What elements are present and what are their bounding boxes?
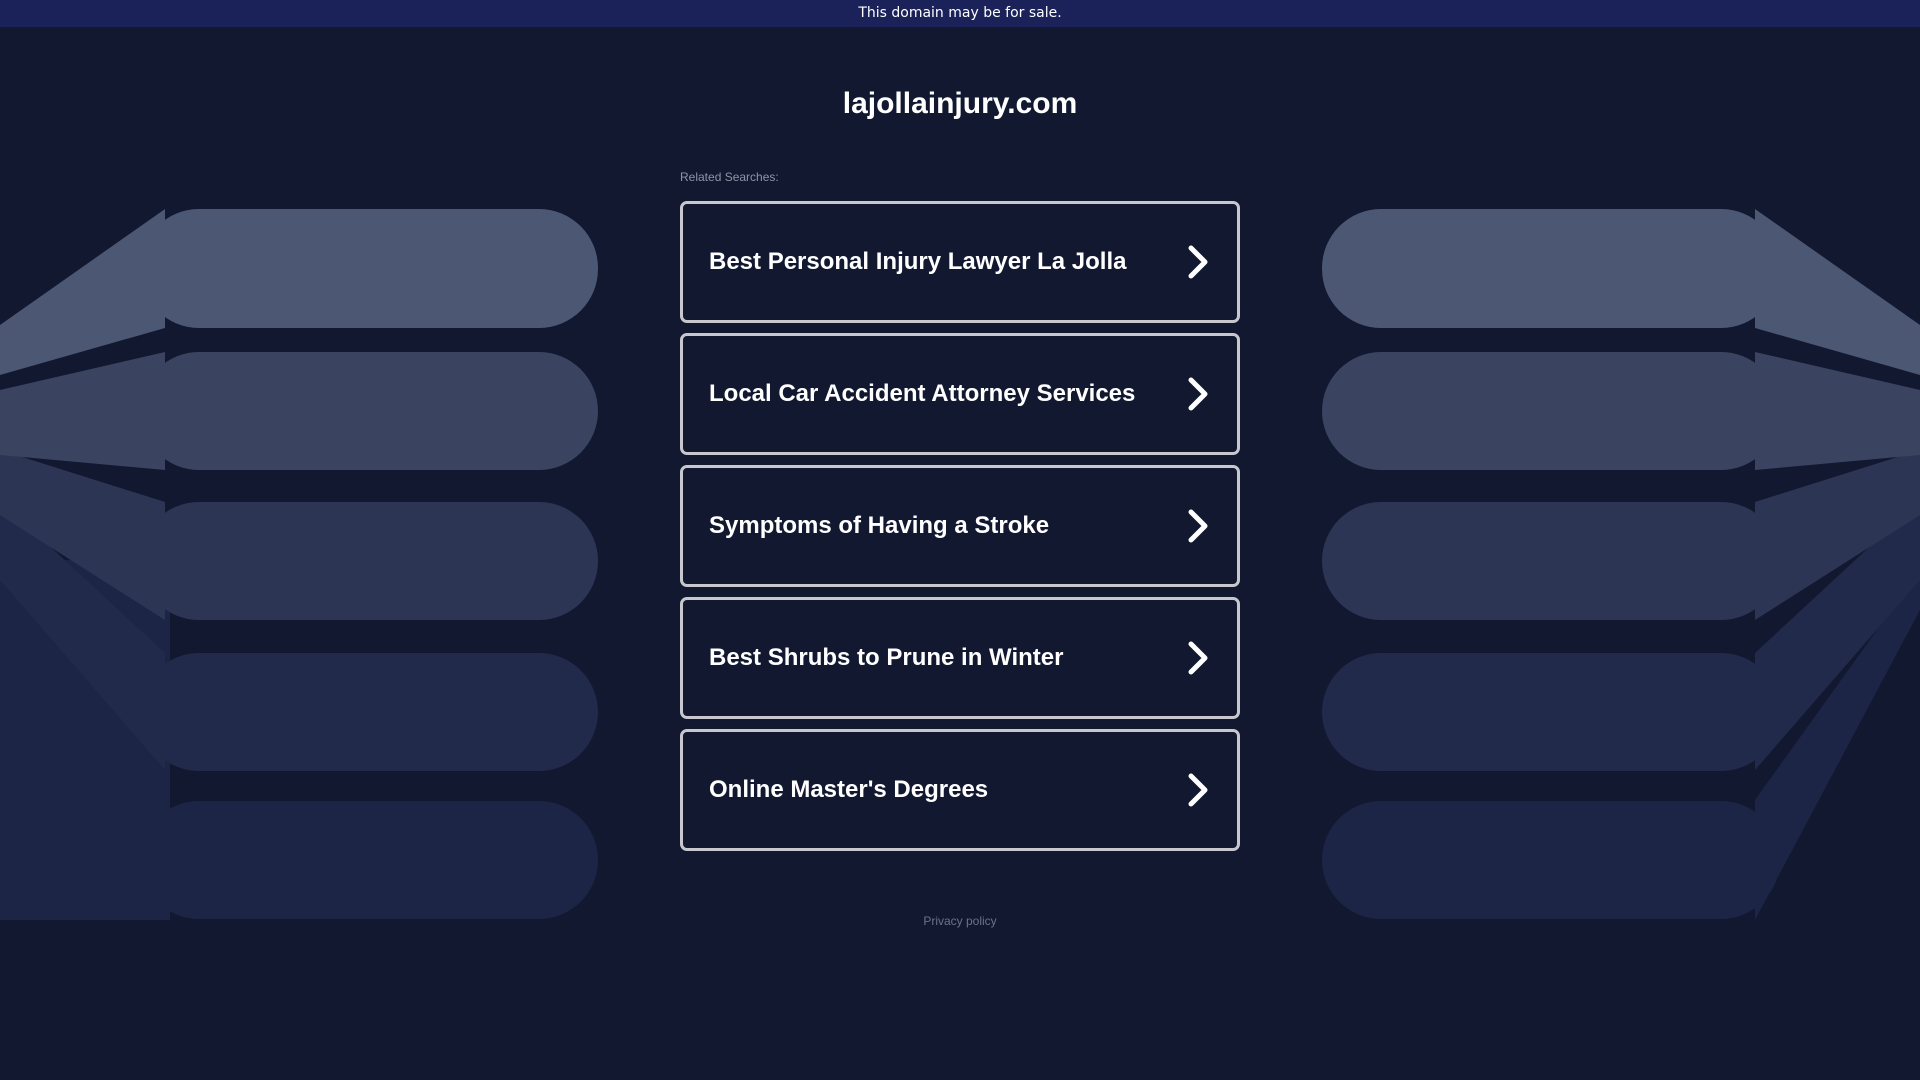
left-wedge-1 (0, 209, 165, 375)
related-search-label: Symptoms of Having a Stroke (709, 512, 1050, 539)
related-search-link[interactable]: Online Master's Degrees (680, 729, 1240, 851)
related-searches-label: Related Searches: (680, 170, 779, 184)
related-search-label: Online Master's Degrees (709, 776, 989, 803)
left-pill-2 (140, 352, 598, 470)
right-pill-4 (1322, 653, 1780, 771)
privacy-policy-link[interactable]: Privacy policy (0, 913, 1920, 929)
right-pill-5 (1322, 801, 1780, 919)
chevron-right-icon (1188, 509, 1208, 543)
domain-title: lajollainjury.com (842, 87, 1078, 120)
related-search-link[interactable]: Local Car Accident Attorney Services (680, 333, 1240, 455)
right-pill-2 (1322, 352, 1780, 470)
chevron-right-icon (1188, 641, 1208, 675)
related-search-label: Local Car Accident Attorney Services (709, 380, 1136, 407)
chevron-right-icon (1188, 773, 1208, 807)
left-pill-3 (140, 502, 598, 620)
related-search-label: Best Shrubs to Prune in Winter (709, 644, 1064, 671)
right-wedge-1 (1755, 209, 1920, 375)
right-pill-3 (1322, 502, 1780, 620)
related-searches-list: Best Personal Injury Lawyer La Jolla Loc… (680, 201, 1240, 861)
left-pill-1 (140, 209, 598, 328)
chevron-right-icon (1188, 245, 1208, 279)
right-pill-1 (1322, 209, 1780, 328)
related-search-link[interactable]: Best Shrubs to Prune in Winter (680, 597, 1240, 719)
related-search-label: Best Personal Injury Lawyer La Jolla (709, 248, 1127, 275)
domain-for-sale-banner[interactable]: This domain may be for sale. (0, 0, 1920, 27)
left-pill-4 (140, 653, 598, 771)
chevron-right-icon (1188, 377, 1208, 411)
left-pill-5 (140, 801, 598, 919)
parked-domain-page: This domain may be for sale. lajollainju… (0, 0, 1920, 1080)
related-search-link[interactable]: Symptoms of Having a Stroke (680, 465, 1240, 587)
related-search-link[interactable]: Best Personal Injury Lawyer La Jolla (680, 201, 1240, 323)
